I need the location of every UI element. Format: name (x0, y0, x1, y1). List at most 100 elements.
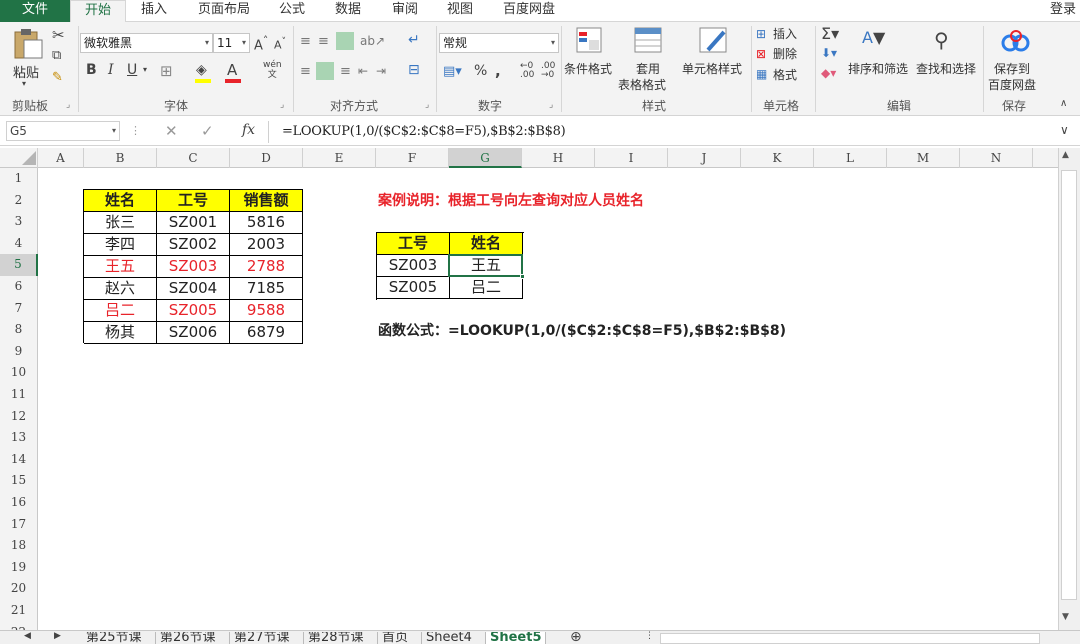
table-cell-highlighted[interactable]: 王五 (84, 256, 157, 278)
grow-font-icon[interactable]: A˄ (254, 34, 268, 53)
copy-icon[interactable]: ⧉ (52, 48, 61, 63)
clear-icon[interactable]: ◆▾ (821, 66, 836, 80)
cancel-icon[interactable]: ✕ (165, 122, 178, 140)
table-cell[interactable]: 张三 (84, 212, 157, 234)
table-cell-highlighted[interactable]: SZ003 (157, 256, 230, 278)
prev-sheet-icon[interactable]: ◀ (24, 631, 31, 641)
login-link[interactable]: 登录 (1046, 0, 1080, 22)
alignment-launcher-icon[interactable]: ⌟ (425, 100, 429, 110)
tab-review[interactable]: 审阅 (381, 0, 429, 22)
row-header[interactable]: 18 (0, 535, 38, 557)
column-header[interactable]: H (522, 148, 595, 168)
table-cell[interactable]: 李四 (84, 234, 157, 256)
column-header[interactable]: L (814, 148, 887, 168)
row-header[interactable]: 4 (0, 232, 38, 255)
align-left-icon[interactable]: ≡ (300, 64, 311, 79)
row-header[interactable]: 19 (0, 556, 38, 579)
column-header[interactable]: J (668, 148, 741, 168)
italic-icon[interactable]: I (108, 62, 114, 78)
row-header[interactable]: 2 (0, 189, 38, 212)
table-cell[interactable]: SZ001 (157, 212, 230, 234)
table-cell[interactable]: SZ004 (157, 278, 230, 300)
align-bottom-icon[interactable] (336, 32, 354, 50)
table-cell-highlighted[interactable]: 2788 (230, 256, 303, 278)
vertical-scrollbar[interactable]: ▲ ▼ (1058, 148, 1080, 630)
enter-icon[interactable]: ✓ (201, 122, 214, 140)
table-cell-highlighted[interactable]: 9588 (230, 300, 303, 322)
save-to-baidu-button[interactable]: 保存到 (994, 60, 1030, 77)
horizontal-scrollbar[interactable] (660, 633, 1040, 644)
formula-description[interactable]: 函数公式：=LOOKUP(1,0/($C$2:$C$8=F5),$B$2:$B$… (378, 320, 786, 340)
sheet-tab[interactable]: 第27节课 (230, 632, 304, 644)
tab-insert[interactable]: 插入 (128, 0, 180, 22)
table-header[interactable]: 姓名 (84, 190, 157, 212)
increase-decimal-icon[interactable]: ←0.00 (520, 62, 534, 80)
format-cells-button[interactable]: 格式 (773, 66, 797, 83)
underline-icon[interactable]: U (127, 62, 137, 78)
insert-cells-button[interactable]: 插入 (773, 25, 797, 42)
table-cell[interactable]: SZ006 (157, 322, 230, 344)
next-sheet-icon[interactable]: ▶ (54, 631, 61, 641)
column-header[interactable]: K (741, 148, 814, 168)
percent-icon[interactable]: % (474, 63, 487, 79)
font-color-icon[interactable]: A (227, 61, 237, 79)
row-header[interactable]: 10 (0, 362, 38, 384)
bold-icon[interactable]: B (86, 62, 97, 78)
align-right-icon[interactable]: ≡ (340, 64, 351, 79)
row-header[interactable]: 7 (0, 297, 38, 320)
cut-icon[interactable]: ✂ (52, 26, 65, 44)
tab-data[interactable]: 数据 (324, 0, 372, 22)
case-description[interactable]: 案例说明：根据工号向左查询对应人员姓名 (378, 190, 644, 210)
align-center-icon[interactable] (316, 62, 334, 80)
tab-view[interactable]: 视图 (436, 0, 484, 22)
row-header[interactable]: 22 (0, 621, 38, 639)
number-format-select[interactable]: 常规 ▾ (439, 33, 559, 53)
table-header[interactable]: 工号 (157, 190, 230, 212)
row-header[interactable]: 15 (0, 470, 38, 492)
expand-formula-icon[interactable]: ∨ (1060, 123, 1069, 137)
row-header[interactable]: 9 (0, 340, 38, 363)
cell-grid[interactable]: 姓名 工号 销售额 张三 SZ001 5816 李四 SZ002 2003 王五… (38, 168, 1058, 630)
table-header[interactable]: 姓名 (450, 233, 523, 255)
border-icon[interactable]: ⊞ (160, 62, 173, 80)
table-cell[interactable]: SZ003 (377, 255, 450, 277)
row-header[interactable]: 21 (0, 600, 38, 622)
number-launcher-icon[interactable]: ⌟ (549, 100, 553, 110)
row-header[interactable]: 20 (0, 578, 38, 600)
tab-formulas[interactable]: 公式 (268, 0, 316, 22)
sheet-tab[interactable]: 第25节课 (82, 632, 156, 644)
table-header[interactable]: 销售额 (230, 190, 303, 212)
fill-color-icon[interactable]: ◈ (196, 62, 207, 78)
comma-style-icon[interactable]: , (495, 62, 501, 80)
row-header[interactable]: 5 (0, 254, 38, 276)
table-cell[interactable]: 赵六 (84, 278, 157, 300)
scroll-down-icon[interactable]: ▼ (1062, 612, 1069, 622)
formula-input[interactable]: =LOOKUP(1,0/($C$2:$C$8=F5),$B$2:$B$8) (282, 124, 566, 139)
row-header[interactable]: 14 (0, 448, 38, 471)
row-header[interactable]: 3 (0, 211, 38, 233)
paste-dropdown-icon[interactable]: ▾ (22, 79, 26, 88)
sheet-tab[interactable]: 第26节课 (156, 632, 230, 644)
table-cell[interactable]: 杨其 (84, 322, 157, 344)
tab-file[interactable]: 文件 (0, 0, 70, 22)
table-cell-highlighted[interactable]: SZ005 (157, 300, 230, 322)
insert-function-icon[interactable]: fx (242, 122, 255, 138)
sheet-tab[interactable]: Sheet4 (422, 632, 486, 644)
table-cell-highlighted[interactable]: 吕二 (84, 300, 157, 322)
autosum-icon[interactable]: Σ▾ (821, 24, 839, 43)
table-cell[interactable]: 5816 (230, 212, 303, 234)
column-header[interactable]: M (887, 148, 960, 168)
collapse-ribbon-icon[interactable]: ∧ (1060, 98, 1067, 109)
row-header[interactable]: 16 (0, 492, 38, 514)
row-header[interactable]: 12 (0, 405, 38, 428)
tab-home[interactable]: 开始 (70, 0, 126, 23)
table-cell[interactable]: 6879 (230, 322, 303, 344)
sheet-tab-active[interactable]: Sheet5 (486, 632, 546, 644)
select-all-corner[interactable] (0, 148, 38, 168)
accounting-format-icon[interactable]: ▤▾ (443, 64, 462, 79)
row-header[interactable]: 1 (0, 168, 38, 190)
sort-filter-button[interactable]: 排序和筛选 (848, 60, 908, 77)
increase-indent-icon[interactable]: ⇥ (376, 64, 386, 78)
tab-baidu[interactable]: 百度网盘 (496, 0, 562, 22)
sheet-tab[interactable]: 首页 (378, 632, 422, 644)
